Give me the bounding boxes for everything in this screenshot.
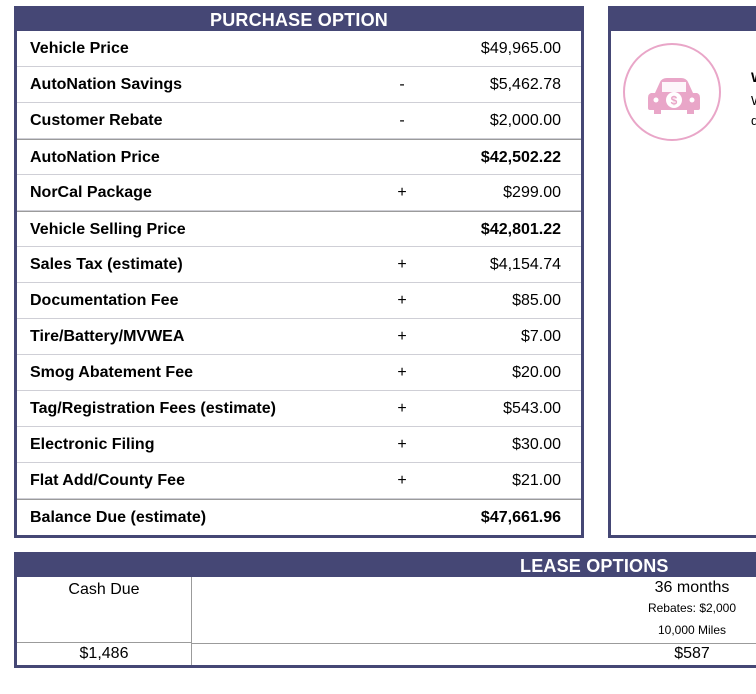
purchase-row: Flat Add/County Fee + $21.00	[17, 463, 581, 499]
info-text: W d	[751, 91, 756, 131]
info-panel-header	[611, 9, 756, 31]
purchase-row: Customer Rebate - $2,000.00	[17, 103, 581, 139]
purchase-row-label: Vehicle Selling Price	[30, 221, 186, 238]
lease-options-title: LEASE OPTIONS	[520, 556, 669, 576]
purchase-row-label: Vehicle Price	[30, 40, 129, 57]
purchase-row-value: $49,965.00	[480, 40, 561, 57]
purchase-rows: Vehicle Price $49,965.00 AutoNation Saving…	[17, 31, 581, 535]
purchase-row-label: Flat Add/County Fee	[30, 472, 185, 489]
purchase-row-sign: +	[397, 436, 407, 453]
car-dollar-icon: $	[623, 43, 721, 141]
purchase-row: Tire/Battery/MVWEA + $7.00	[17, 319, 581, 355]
purchase-row-value: $299.00	[503, 184, 561, 201]
purchase-row-label: AutoNation Savings	[30, 76, 183, 93]
purchase-row: Balance Due (estimate) $47,661.96	[17, 499, 581, 535]
lease-term: 36 months	[654, 579, 730, 596]
info-title: W	[751, 69, 756, 85]
purchase-row-label: Tag/Registration Fees (estimate)	[30, 400, 276, 417]
info-panel: $ W W d	[608, 6, 756, 538]
purchase-row-sign: +	[397, 472, 407, 489]
purchase-row: Documentation Fee + $85.00	[17, 283, 581, 319]
purchase-row-label: Documentation Fee	[30, 292, 179, 309]
purchase-row-value: $2,000.00	[489, 112, 561, 129]
info-text-line-1: W	[751, 91, 756, 111]
cash-due-column: Cash Due $1,486	[17, 577, 192, 665]
purchase-row-sign: +	[397, 364, 407, 381]
purchase-row: NorCal Package + $299.00	[17, 175, 581, 211]
purchase-row-sign: +	[397, 292, 407, 309]
purchase-row-value: $47,661.96	[480, 509, 561, 526]
purchase-row-label: Tire/Battery/MVWEA	[30, 328, 185, 345]
purchase-row-value: $543.00	[503, 400, 561, 417]
purchase-row: Vehicle Selling Price $42,801.22	[17, 211, 581, 247]
purchase-row: Vehicle Price $49,965.00	[17, 31, 581, 67]
lease-term-column: 36 months Rebates: $2,000 10,000 Miles $…	[192, 577, 756, 665]
purchase-row-value: $85.00	[512, 292, 561, 309]
lease-monthly-payment: $587	[674, 645, 710, 662]
purchase-row: Sales Tax (estimate) + $4,154.74	[17, 247, 581, 283]
purchase-row-value: $21.00	[512, 472, 561, 489]
purchase-row-label: Sales Tax (estimate)	[30, 256, 183, 273]
purchase-row-value: $7.00	[520, 328, 561, 345]
purchase-row-label: Electronic Filing	[30, 436, 155, 453]
purchase-row-label: NorCal Package	[30, 184, 152, 201]
purchase-row: Smog Abatement Fee + $20.00	[17, 355, 581, 391]
lease-options-header: LEASE OPTIONS	[17, 555, 756, 577]
cash-due-label: Cash Due	[17, 577, 191, 643]
lease-options-panel: LEASE OPTIONS Cash Due $1,486 36 months …	[14, 552, 756, 668]
purchase-row: Tag/Registration Fees (estimate) + $543.00	[17, 391, 581, 427]
purchase-row-value: $30.00	[512, 436, 561, 453]
purchase-row-value: $4,154.74	[489, 256, 561, 273]
purchase-row-value: $42,801.22	[480, 221, 561, 238]
purchase-row: AutoNation Savings - $5,462.78	[17, 67, 581, 103]
purchase-row-sign: +	[397, 256, 407, 273]
purchase-row-value: $20.00	[512, 364, 561, 381]
purchase-row: AutoNation Price $42,502.22	[17, 139, 581, 175]
info-text-line-2: d	[751, 113, 756, 128]
cash-due-value: $1,486	[79, 645, 129, 662]
purchase-row-sign: +	[397, 328, 407, 345]
purchase-option-panel: PURCHASE OPTION Vehicle Price $49,965.00 A…	[14, 6, 584, 538]
purchase-row-label: Balance Due (estimate)	[30, 509, 207, 526]
purchase-row-label: AutoNation Price	[30, 149, 160, 166]
svg-text:$: $	[671, 94, 678, 108]
lease-miles: 10,000 Miles	[657, 623, 727, 637]
purchase-row-sign: -	[399, 76, 405, 93]
purchase-row-label: Customer Rebate	[30, 112, 163, 129]
purchase-row-label: Smog Abatement Fee	[30, 364, 193, 381]
purchase-row: Electronic Filing + $30.00	[17, 427, 581, 463]
purchase-row-sign: -	[399, 112, 405, 129]
purchase-row-value: $5,462.78	[489, 76, 561, 93]
purchase-option-header: PURCHASE OPTION	[17, 9, 581, 31]
purchase-row-sign: +	[397, 184, 407, 201]
purchase-row-sign: +	[397, 400, 407, 417]
lease-rebates: Rebates: $2,000	[647, 601, 737, 615]
lease-table: Cash Due $1,486 36 months Rebates: $2,00…	[17, 577, 756, 665]
purchase-row-value: $42,502.22	[480, 149, 561, 166]
